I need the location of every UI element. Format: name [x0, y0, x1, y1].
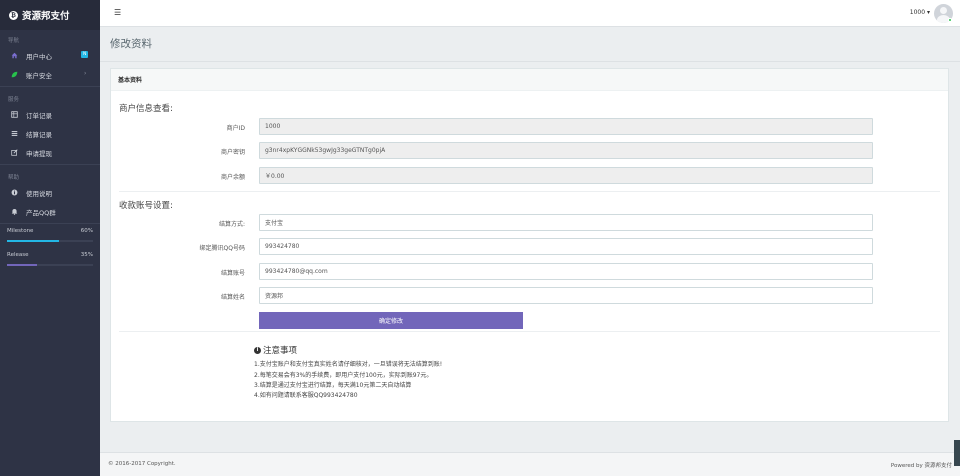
sidebar-item-label: 使用说明: [26, 189, 52, 198]
progress-fill: [7, 240, 59, 242]
sidebar-item-label: 订单记录: [26, 111, 52, 120]
merchant-balance-field[interactable]: ￥0.00: [259, 167, 873, 184]
notice-line: 1.支付宝账户和支付宝真实姓名请仔细核对，一旦错误将无法结算到账!: [254, 361, 443, 368]
nav-section-label: 导航: [8, 38, 20, 44]
sidebar-item-label: 用户中心: [26, 52, 52, 61]
page-title: 修改资料: [110, 38, 152, 50]
sidebar-item-label: 结算记录: [26, 130, 52, 139]
notice-line: 3.结算是通过支付宝进行结算，每天满10元第二天自动结算: [254, 382, 412, 389]
section-divider: [119, 191, 940, 192]
qq-number-label: 绑定腾讯QQ号码: [199, 245, 245, 252]
settle-name-input[interactable]: 资源邦: [259, 287, 873, 304]
section-divider: [119, 331, 940, 332]
notice-heading: i 注意事项: [254, 344, 297, 356]
profile-panel: 基本资料 商户信息查看: 商户ID 1000 商户密钥 g3nr4xpKYGGN…: [110, 68, 949, 422]
help-circle-icon: [11, 189, 18, 196]
nav-section-label: 服务: [8, 97, 20, 103]
nav-section-label: 帮助: [8, 175, 20, 181]
info-icon: i: [254, 346, 261, 354]
account-settings-heading: 收款账号设置:: [119, 201, 173, 211]
sidebar-item-label: 产品QQ群: [26, 208, 56, 217]
online-status-icon: [948, 18, 952, 22]
sidebar-item-label: 账户安全: [26, 71, 52, 80]
brand-name: 资源邦支付: [22, 11, 70, 22]
progress-track: [7, 264, 93, 266]
progress-fill: [7, 264, 38, 266]
menu-toggle-icon[interactable]: ☰: [114, 8, 121, 17]
bell-icon: [11, 208, 18, 215]
sidebar: ₿ 资源邦支付 导航 用户中心 N 账户安全 › 服务 订单记录 结算记录 申请…: [0, 0, 100, 476]
bitcoin-logo-icon: ₿: [9, 10, 18, 20]
table-icon: [11, 111, 18, 118]
sidebar-divider: [0, 86, 100, 87]
home-icon: [11, 52, 18, 59]
sidebar-item-withdraw[interactable]: 申请提现: [0, 143, 100, 162]
sidebar-item-settlements[interactable]: 结算记录: [0, 124, 100, 143]
new-badge: N: [81, 51, 89, 58]
avatar-head: [940, 7, 947, 14]
settle-account-label: 结算账号: [220, 270, 245, 277]
qq-number-input[interactable]: 993424780: [259, 238, 873, 255]
settle-method-input[interactable]: 支付宝: [259, 214, 873, 231]
copyright-text: © 2016-2017 Copyright.: [108, 461, 176, 467]
sidebar-item-label: 申请提现: [26, 149, 52, 158]
chevron-right-icon: ›: [84, 70, 87, 77]
sidebar-item-orders[interactable]: 订单记录: [0, 105, 100, 124]
notice-title: 注意事项: [263, 346, 298, 356]
merchant-key-field[interactable]: g3nr4xpKYGGNk53gwJg33geGTNTg0pjA: [259, 142, 873, 159]
list-icon: [11, 130, 18, 137]
panel-heading: 基本资料: [111, 69, 948, 91]
sidebar-item-user-center[interactable]: 用户中心 N: [0, 46, 100, 65]
sidebar-item-qq-group[interactable]: 产品QQ群: [0, 202, 100, 221]
progress-value: 60%: [80, 228, 93, 234]
settle-account-input[interactable]: 993424780@qq.com: [259, 263, 873, 280]
powered-by-text: Powered by 资源邦支付: [890, 463, 952, 469]
notice-line: 2.每笔交易会有3%的手续费，即用户支付100元，实际到账97元。: [254, 372, 433, 379]
side-tab-handle[interactable]: [954, 440, 960, 466]
progress-label: Milestone: [7, 228, 34, 234]
merchant-key-label: 商户密钥: [220, 149, 245, 156]
progress-milestone: Milestone 60%: [0, 226, 100, 250]
merchant-balance-label: 商户余额: [220, 174, 245, 181]
footer: © 2016-2017 Copyright. Powered by 资源邦支付: [100, 452, 960, 476]
sidebar-divider: [0, 223, 100, 224]
progress-label: Release: [7, 252, 29, 258]
edit-icon: [11, 149, 18, 156]
progress-release: Release 35%: [0, 250, 100, 274]
progress-track: [7, 240, 93, 242]
user-menu-dropdown[interactable]: 1000 ▾: [910, 9, 930, 16]
merchant-info-heading: 商户信息查看:: [119, 104, 173, 114]
header-divider: [100, 61, 960, 62]
leaf-icon: [11, 71, 18, 78]
merchant-id-label: 商户ID: [226, 125, 245, 132]
sidebar-item-account-security[interactable]: 账户安全 ›: [0, 65, 100, 84]
progress-value: 35%: [80, 252, 93, 258]
settle-name-label: 结算姓名: [220, 294, 245, 301]
sidebar-item-instructions[interactable]: 使用说明: [0, 183, 100, 202]
notice-line: 4.如有问题请联系客服QQ993424780: [254, 392, 358, 399]
submit-button[interactable]: 确定修改: [259, 312, 523, 329]
sidebar-divider: [0, 164, 100, 165]
settle-method-label: 结算方式:: [218, 221, 245, 228]
brand[interactable]: ₿ 资源邦支付: [0, 0, 100, 30]
topbar: ☰ 1000 ▾: [100, 0, 960, 27]
merchant-id-field[interactable]: 1000: [259, 118, 873, 135]
